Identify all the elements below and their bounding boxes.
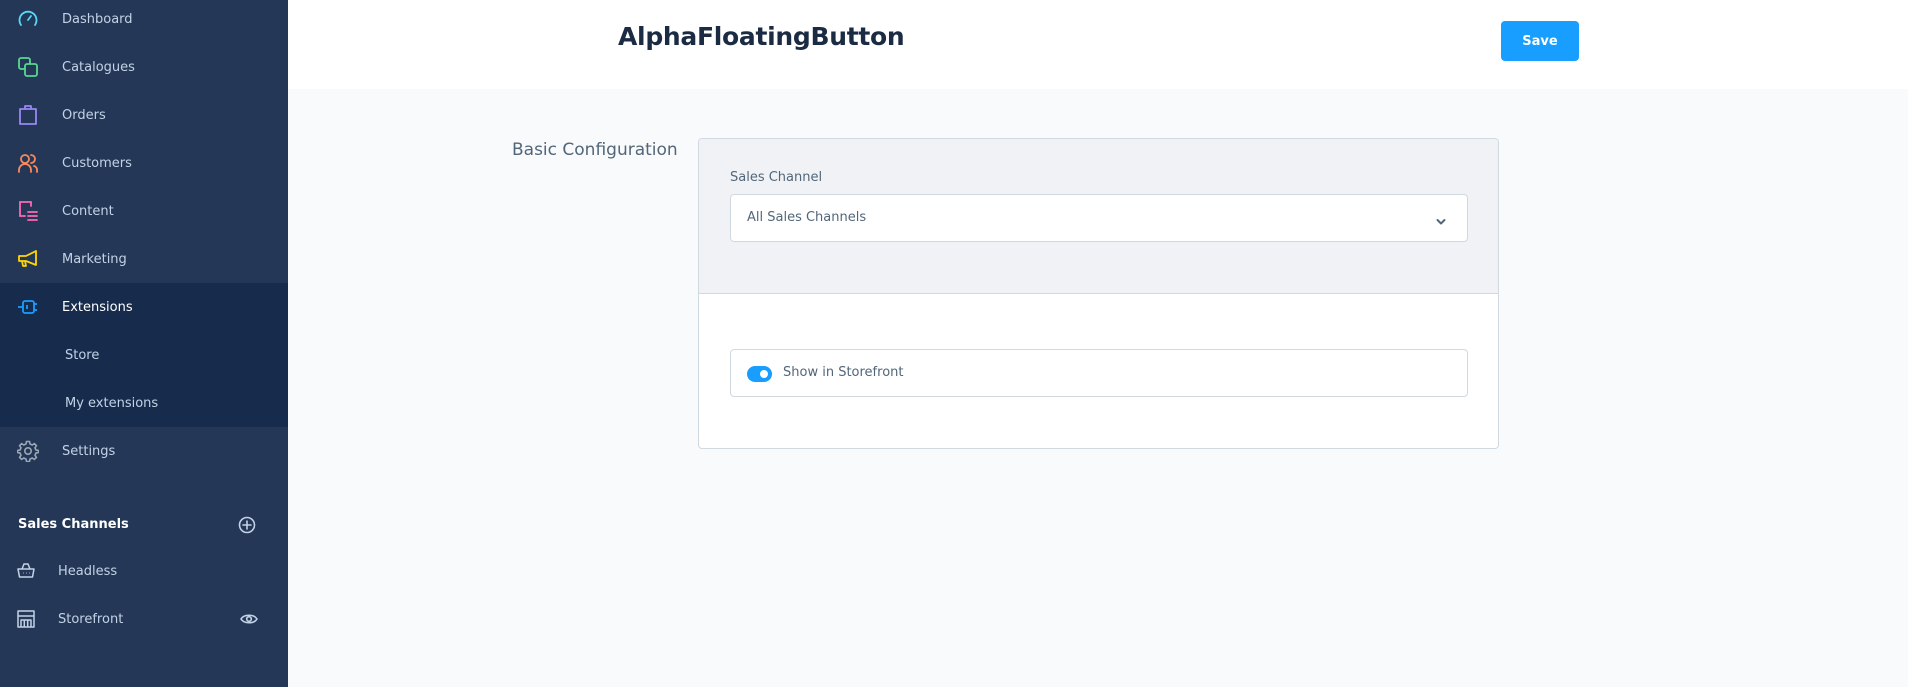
orders-bag-icon xyxy=(16,103,40,127)
sidebar-item-label: Content xyxy=(62,203,114,219)
sales-channel-section: Sales Channel All Sales Channels xyxy=(699,139,1498,294)
sidebar-item-marketing[interactable]: Marketing xyxy=(0,235,288,283)
content-icon xyxy=(16,199,40,223)
sidebar: Dashboard Catalogues Orders Customers Co… xyxy=(0,0,288,687)
save-button[interactable]: Save xyxy=(1501,21,1579,61)
sales-channel-label: Storefront xyxy=(58,611,124,627)
extensions-plug-icon xyxy=(16,295,40,319)
sidebar-item-label: Customers xyxy=(62,155,132,171)
sales-channel-label: Headless xyxy=(58,563,118,579)
toggle-knob xyxy=(760,370,768,378)
section-label: Basic Configuration xyxy=(512,140,678,160)
sales-channel-select[interactable]: All Sales Channels xyxy=(730,194,1468,242)
sidebar-item-label: Settings xyxy=(62,443,116,459)
sales-channel-value: All Sales Channels xyxy=(747,210,867,225)
sidebar-subitem-store[interactable]: Store xyxy=(0,331,288,379)
sidebar-subitem-my-extensions[interactable]: My extensions xyxy=(0,379,288,427)
settings-gear-icon xyxy=(16,439,40,463)
storefront-icon xyxy=(16,609,36,629)
sales-channel-storefront[interactable]: Storefront xyxy=(0,599,288,639)
sales-channel-label: Sales Channel xyxy=(730,170,823,185)
sidebar-item-label: Orders xyxy=(62,107,106,123)
customers-icon xyxy=(16,151,40,175)
sidebar-item-extensions[interactable]: Extensions xyxy=(0,283,288,331)
page-header: AlphaFloatingButton Save xyxy=(288,0,1908,89)
eye-icon[interactable] xyxy=(240,610,258,628)
show-in-storefront-field: Show in Storefront xyxy=(730,349,1468,397)
sidebar-subitem-label: My extensions xyxy=(65,395,159,411)
sidebar-item-catalogues[interactable]: Catalogues xyxy=(0,43,288,91)
catalogues-icon xyxy=(16,55,40,79)
extensions-group: Extensions Store My extensions xyxy=(0,283,288,427)
sidebar-item-label: Marketing xyxy=(62,251,127,267)
chevron-down-icon xyxy=(1435,213,1447,225)
sidebar-item-settings[interactable]: Settings xyxy=(0,427,288,475)
basket-icon xyxy=(16,561,36,581)
sidebar-item-customers[interactable]: Customers xyxy=(0,139,288,187)
sidebar-item-label: Extensions xyxy=(62,299,133,315)
show-in-storefront-toggle[interactable] xyxy=(747,366,772,382)
page-title: AlphaFloatingButton xyxy=(618,22,905,51)
sales-channels-title: Sales Channels xyxy=(18,517,129,532)
show-in-storefront-label: Show in Storefront xyxy=(783,365,904,380)
dashboard-gauge-icon xyxy=(16,7,40,31)
marketing-megaphone-icon xyxy=(16,247,40,271)
sidebar-subitem-label: Store xyxy=(65,347,100,363)
sidebar-item-label: Catalogues xyxy=(62,59,135,75)
sidebar-item-content[interactable]: Content xyxy=(0,187,288,235)
sidebar-item-orders[interactable]: Orders xyxy=(0,91,288,139)
config-card: Sales Channel All Sales Channels Show in… xyxy=(698,138,1499,449)
add-sales-channel-icon[interactable] xyxy=(238,516,256,534)
sidebar-item-label: Dashboard xyxy=(62,11,133,27)
sidebar-item-dashboard[interactable]: Dashboard xyxy=(0,0,288,43)
sales-channel-headless[interactable]: Headless xyxy=(0,551,288,591)
